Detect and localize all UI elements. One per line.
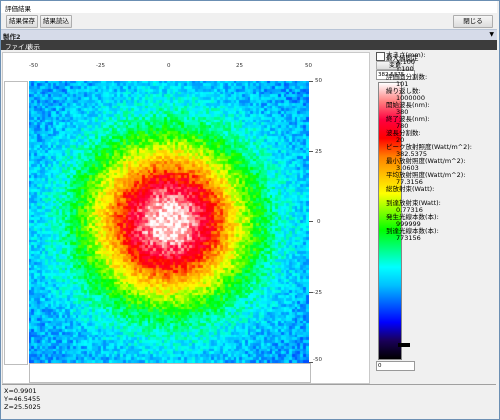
arrived-rays-value: 773156 (396, 234, 421, 242)
load-results-button[interactable]: 結果読込 (40, 15, 72, 28)
tick-mark (309, 151, 313, 152)
menu-bar: ファイル 表示 (1, 40, 497, 51)
plot-panel: -50 -25 0 25 50 50 25 0 -25 -50 (2, 52, 370, 384)
x-tick: -50 (29, 63, 38, 69)
fix-max-checkbox[interactable] (376, 52, 385, 61)
tick-mark (309, 292, 313, 293)
x-tick: -25 (96, 63, 105, 69)
total-flux-label: 総放射束(Watt): (386, 185, 435, 193)
save-results-button[interactable]: 結果保存 (6, 15, 38, 28)
window-title: 評価結果 (5, 5, 31, 13)
chevron-down-icon[interactable]: ▼ (489, 31, 494, 38)
tick-mark (309, 221, 313, 222)
left-inset-box (4, 81, 28, 365)
close-button[interactable]: 閉じる (453, 15, 493, 28)
cursor-y: Y=46.5455 (4, 395, 41, 403)
x-tick: 50 (305, 63, 312, 69)
tick-mark (309, 362, 313, 363)
x-tick: 0 (167, 63, 171, 69)
y-tick: 50 (315, 78, 322, 84)
bottom-inset-box (29, 363, 311, 383)
y-tick: 25 (315, 149, 322, 155)
tick-mark (309, 81, 313, 82)
x-tick: 25 (236, 63, 243, 69)
title-bar: 評価結果 (1, 1, 497, 13)
legend-panel: 最大値固定 382.5375 変更 0 大きさ(mm): X:100 Y:100… (370, 52, 496, 382)
irradiance-heatmap[interactable] (29, 81, 309, 363)
y-tick: -25 (313, 290, 322, 296)
menu-view[interactable]: 表示 (27, 41, 40, 51)
cursor-x: X=0.9901 (4, 387, 37, 395)
cursor-readout: X=0.9901 Y=46.5455 Z=25.5025 (2, 384, 496, 418)
size-y: Y:100 (396, 65, 414, 73)
toolbar: 結果保存 結果読込 閉じる (1, 13, 497, 29)
min-value-field[interactable]: 0 (376, 361, 415, 371)
scale-marker (398, 343, 410, 347)
cursor-z: Z=25.5025 (4, 403, 41, 411)
y-tick: 0 (317, 219, 321, 225)
y-tick: -50 (313, 357, 322, 363)
